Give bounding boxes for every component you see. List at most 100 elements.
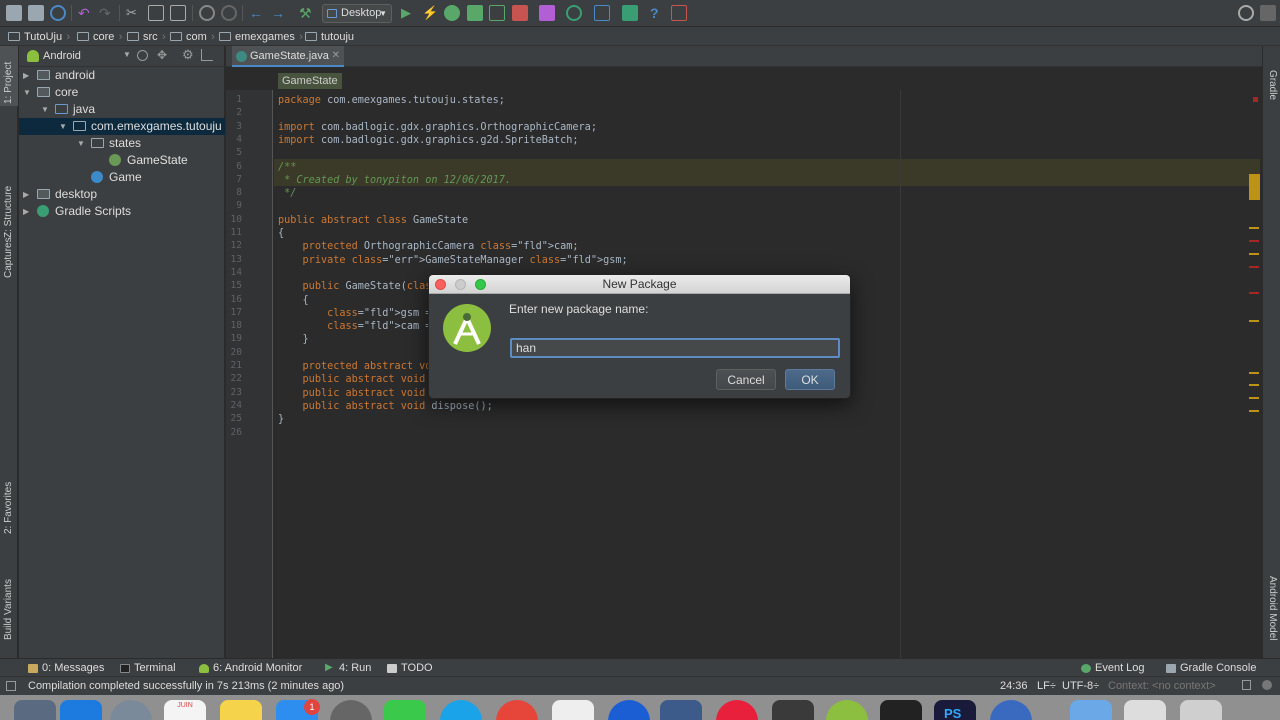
tree-item-game[interactable]: Game bbox=[19, 169, 225, 186]
collapse-arrow-icon[interactable]: ▶ bbox=[23, 203, 29, 220]
documents-stack-icon[interactable] bbox=[1124, 700, 1166, 720]
expand-arrow-icon[interactable]: ▼ bbox=[23, 84, 31, 101]
tree-item-gradle-scripts[interactable]: ▶ Gradle Scripts bbox=[19, 203, 225, 220]
gear-icon[interactable]: ⚙ bbox=[182, 47, 194, 63]
error-indicator[interactable] bbox=[1253, 97, 1258, 102]
toggle-tool-windows-icon[interactable] bbox=[6, 681, 16, 691]
facetime-icon[interactable] bbox=[384, 700, 426, 720]
skype-icon[interactable] bbox=[440, 700, 482, 720]
tree-item-com-emexgames-tutouju[interactable]: ▼ com.emexgames.tutouju bbox=[19, 118, 225, 135]
breadcrumb-item[interactable]: core › bbox=[77, 30, 122, 44]
close-window-button[interactable] bbox=[435, 279, 446, 290]
tool-tab-terminal[interactable]: Terminal bbox=[120, 661, 176, 675]
code-line[interactable]: */ bbox=[278, 187, 296, 200]
code-line[interactable]: } bbox=[278, 413, 284, 426]
error-stripe[interactable] bbox=[1249, 266, 1259, 268]
trash-icon[interactable] bbox=[1180, 700, 1222, 720]
code-line[interactable]: /** bbox=[278, 161, 296, 174]
package-name-input[interactable] bbox=[510, 338, 840, 358]
lock-icon[interactable] bbox=[1242, 680, 1251, 690]
system-preferences-icon[interactable] bbox=[330, 700, 372, 720]
chevron-down-icon[interactable]: ▼ bbox=[123, 50, 131, 59]
virtualbox-icon[interactable] bbox=[660, 700, 702, 720]
tool-tab-captures[interactable]: Captures bbox=[3, 237, 14, 278]
warning-stripe[interactable] bbox=[1249, 384, 1259, 386]
collapse-arrow-icon[interactable]: ▶ bbox=[23, 67, 29, 84]
ok-button[interactable]: OK bbox=[785, 369, 835, 390]
notes-icon[interactable] bbox=[220, 700, 262, 720]
warning-stripe[interactable] bbox=[1249, 372, 1259, 374]
search-everywhere-icon[interactable] bbox=[1238, 5, 1254, 21]
file-encoding[interactable]: UTF-8÷ bbox=[1062, 680, 1099, 692]
chrome-icon[interactable] bbox=[496, 700, 538, 720]
collapse-all-icon[interactable]: ✥ bbox=[157, 48, 167, 62]
expand-arrow-icon[interactable]: ▼ bbox=[59, 118, 67, 135]
code-line[interactable]: package com.emexgames.tutouju.states; bbox=[278, 94, 505, 107]
tree-item-states[interactable]: ▼ states bbox=[19, 135, 225, 152]
code-line[interactable]: public abstract void dispose(); bbox=[278, 400, 493, 413]
scroll-from-source-icon[interactable] bbox=[137, 50, 148, 61]
code-line[interactable]: import com.badlogic.gdx.graphics.g2d.Spr… bbox=[278, 134, 579, 147]
tool-tab-event-log[interactable]: Event Log bbox=[1081, 661, 1145, 675]
launchpad-icon[interactable] bbox=[60, 700, 102, 720]
tree-item-core[interactable]: ▼ core bbox=[19, 84, 225, 101]
undo-icon[interactable]: ↶ bbox=[78, 5, 94, 21]
debug-icon[interactable] bbox=[444, 5, 460, 21]
project-view-selector[interactable]: Android bbox=[43, 50, 81, 62]
vpn-icon[interactable] bbox=[608, 700, 650, 720]
code-line[interactable]: import com.badlogic.gdx.graphics.Orthogr… bbox=[278, 121, 597, 134]
open-folder-icon[interactable] bbox=[6, 5, 22, 21]
finder-icon[interactable] bbox=[14, 700, 56, 720]
run-icon[interactable]: ▶ bbox=[401, 5, 417, 21]
back-icon[interactable]: ← bbox=[249, 5, 265, 21]
safari-icon[interactable] bbox=[110, 700, 152, 720]
apply-changes-icon[interactable]: ⚡ bbox=[422, 5, 438, 21]
replace-icon[interactable] bbox=[221, 5, 237, 21]
app-icon[interactable] bbox=[716, 700, 758, 720]
make-project-icon[interactable]: ⚒ bbox=[299, 5, 315, 21]
copy-icon[interactable] bbox=[148, 5, 164, 21]
status-message[interactable]: Compilation completed successfully in 7s… bbox=[28, 680, 344, 692]
collapse-arrow-icon[interactable]: ▶ bbox=[23, 186, 29, 203]
line-separator[interactable]: LF÷ bbox=[1037, 680, 1056, 692]
app-icon[interactable] bbox=[990, 700, 1032, 720]
tool-tab-android-model[interactable]: Android Model bbox=[1267, 576, 1278, 640]
hector-icon[interactable] bbox=[1262, 680, 1272, 690]
warning-marker[interactable] bbox=[1249, 174, 1260, 200]
code-line[interactable]: { bbox=[278, 227, 284, 240]
breadcrumb-item[interactable]: TutoUju › bbox=[8, 30, 70, 44]
photoshop-icon[interactable]: PS bbox=[934, 700, 976, 720]
code-line[interactable]: protected OrthographicCamera class="fld"… bbox=[278, 240, 579, 253]
minimize-window-button[interactable] bbox=[455, 279, 466, 290]
warning-stripe[interactable] bbox=[1249, 320, 1259, 322]
tree-item-desktop[interactable]: ▶ desktop bbox=[19, 186, 225, 203]
document-icon[interactable] bbox=[552, 700, 594, 720]
tool-tab-project[interactable]: 1: Project bbox=[3, 62, 14, 104]
editor-tab-gamestate[interactable]: GameState.java ✕ bbox=[232, 46, 344, 67]
calendar-icon[interactable]: JUIN bbox=[164, 700, 206, 720]
maximize-window-button[interactable] bbox=[475, 279, 486, 290]
tool-tab-build-variants[interactable]: Build Variants bbox=[3, 579, 14, 640]
warning-stripe[interactable] bbox=[1249, 410, 1259, 412]
redo-icon[interactable]: ↷ bbox=[99, 5, 115, 21]
coverage-icon[interactable] bbox=[467, 5, 483, 21]
expand-arrow-icon[interactable]: ▼ bbox=[77, 135, 85, 152]
forward-icon[interactable]: → bbox=[271, 5, 287, 21]
breadcrumb-item[interactable]: tutouju bbox=[305, 30, 354, 44]
layout-icon[interactable] bbox=[1260, 5, 1276, 21]
hide-panel-icon[interactable] bbox=[201, 49, 213, 61]
breadcrumb-item[interactable]: src › bbox=[127, 30, 166, 44]
android-studio-icon[interactable] bbox=[826, 700, 868, 720]
cut-icon[interactable]: ✂ bbox=[126, 5, 142, 21]
paste-icon[interactable] bbox=[170, 5, 186, 21]
close-icon[interactable]: ✕ bbox=[332, 46, 340, 66]
tool-tab-gradle-console[interactable]: Gradle Console bbox=[1166, 661, 1256, 675]
code-line[interactable]: public abstract class GameState bbox=[278, 214, 468, 227]
tree-item-android[interactable]: ▶ android bbox=[19, 67, 225, 84]
tool-tab-gradle[interactable]: Gradle bbox=[1267, 70, 1278, 100]
android-device-monitor-icon[interactable] bbox=[671, 5, 687, 21]
tool-tab-messages[interactable]: 0: Messages bbox=[28, 661, 104, 675]
app-store-icon[interactable]: 1 bbox=[276, 699, 320, 720]
tool-tab-todo[interactable]: TODO bbox=[387, 661, 433, 675]
sublime-text-icon[interactable] bbox=[772, 700, 814, 720]
